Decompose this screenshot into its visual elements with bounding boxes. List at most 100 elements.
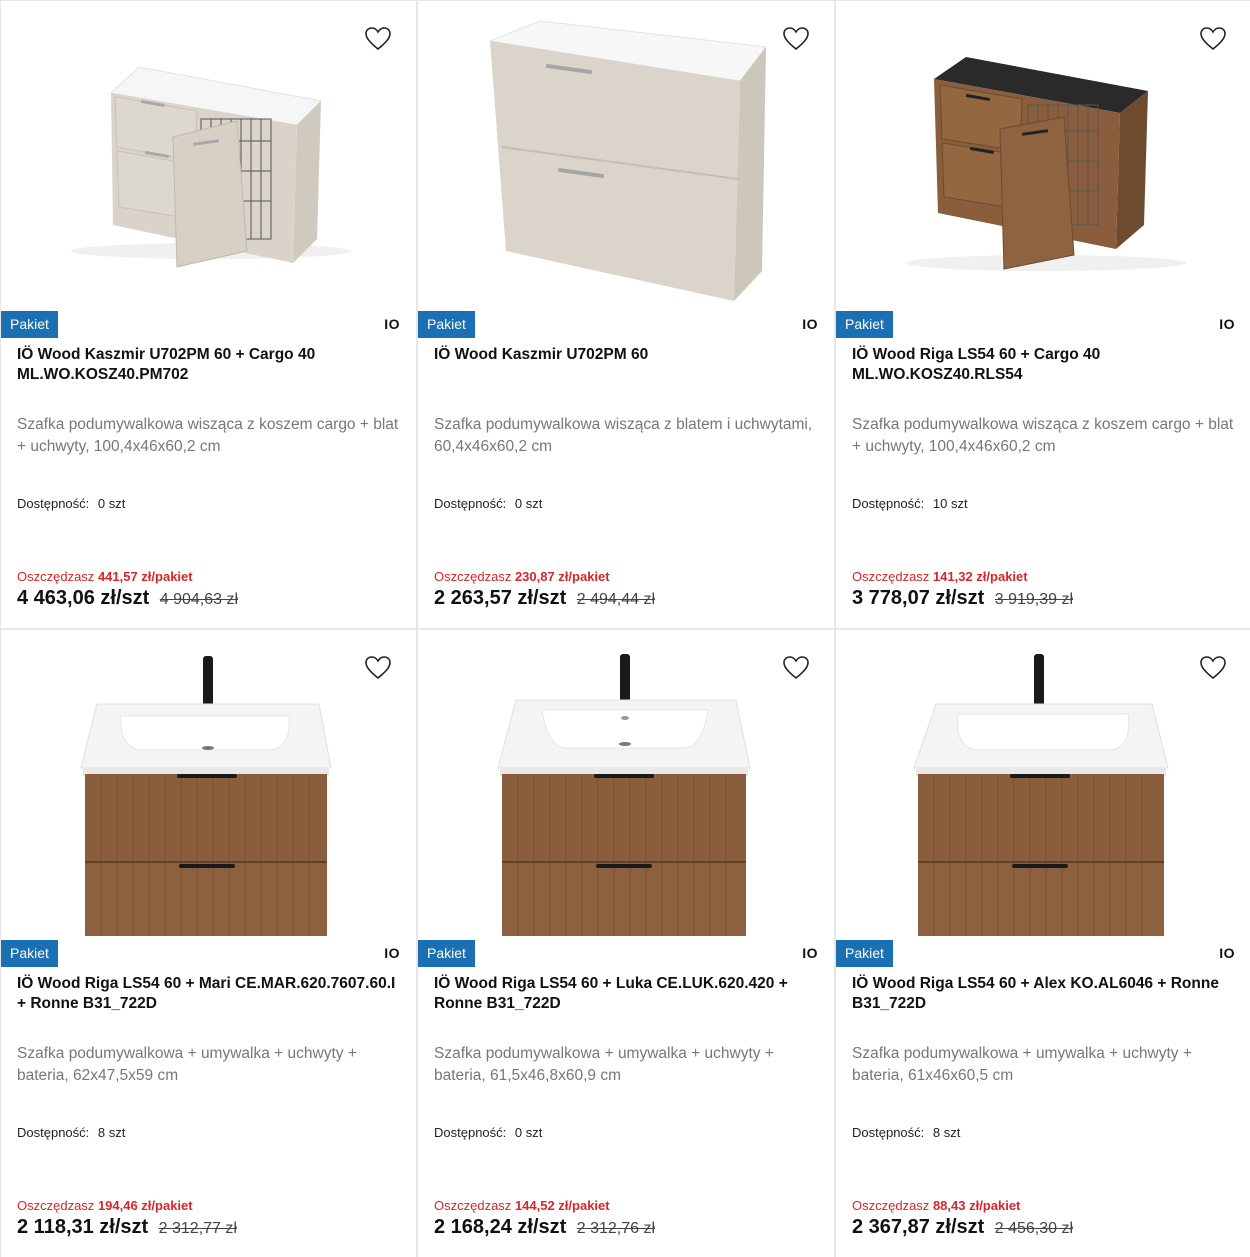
savings-text: Oszczędzasz 88,43 zł/pakiet xyxy=(852,1198,1020,1213)
availability-label: Dostępność: xyxy=(434,1125,507,1140)
product-title[interactable]: IÖ Wood Riga LS54 60 + Cargo 40 ML.WO.KO… xyxy=(852,345,1237,385)
savings-label: Oszczędzasz xyxy=(434,569,512,584)
old-price: 2 456,30 zł xyxy=(994,1220,1074,1237)
package-badge: Pakiet xyxy=(1,940,58,967)
product-description: Szafka podumywalkowa + umywalka + uchwyt… xyxy=(434,1045,774,1084)
availability-label: Dostępność: xyxy=(17,1125,90,1140)
package-badge: Pakiet xyxy=(836,311,893,338)
old-price: 3 919,39 zł xyxy=(994,591,1074,608)
availability-value: 0 szt xyxy=(514,496,543,511)
favorite-heart-icon[interactable] xyxy=(364,25,392,53)
product-title[interactable]: IÖ Wood Kaszmir U702PM 60 + Cargo 40 ML.… xyxy=(17,345,402,385)
brand-logo: IO xyxy=(802,316,818,332)
brand-logo: IO xyxy=(384,945,400,961)
package-badge: Pakiet xyxy=(418,311,475,338)
product-title[interactable]: IÖ Wood Kaszmir U702PM 60 xyxy=(434,345,820,365)
availability-value: 8 szt xyxy=(932,1125,961,1140)
availability: Dostępność: 10 szt xyxy=(852,496,968,511)
savings-value: 141,32 zł/pakiet xyxy=(932,569,1028,584)
savings-text: Oszczędzasz 141,32 zł/pakiet xyxy=(852,569,1028,584)
savings-label: Oszczędzasz xyxy=(852,569,930,584)
product-image[interactable] xyxy=(836,630,1250,938)
availability: Dostępność: 0 szt xyxy=(17,496,125,511)
product-title[interactable]: IÖ Wood Riga LS54 60 + Mari CE.MAR.620.7… xyxy=(17,974,402,1014)
old-price: 2 312,76 zł xyxy=(576,1220,656,1237)
package-badge: Pakiet xyxy=(1,311,58,338)
favorite-heart-icon[interactable] xyxy=(782,654,810,682)
price-row: 2 118,31 zł/szt 2 312,77 zł xyxy=(17,1216,237,1239)
package-badge: Pakiet xyxy=(836,940,893,967)
savings-text: Oszczędzasz 144,52 zł/pakiet xyxy=(434,1198,610,1213)
vanity-basin-image xyxy=(913,654,1169,936)
current-price: 3 778,07 zł/szt xyxy=(852,587,985,609)
product-image[interactable] xyxy=(418,630,834,938)
cargo-cabinet-image xyxy=(71,66,351,268)
current-price: 2 118,31 zł/szt xyxy=(17,1216,149,1238)
product-description: Szafka podumywalkowa + umywalka + uchwyt… xyxy=(17,1045,357,1084)
favorite-heart-icon[interactable] xyxy=(782,25,810,53)
availability-value: 0 szt xyxy=(514,1125,543,1140)
product-title[interactable]: IÖ Wood Riga LS54 60 + Alex KO.AL6046 + … xyxy=(852,974,1237,1014)
product-card[interactable]: Pakiet IO IÖ Wood Kaszmir U702PM 60 + Ca… xyxy=(1,1,416,628)
package-badge: Pakiet xyxy=(418,940,475,967)
price-row: 2 263,57 zł/szt 2 494,44 zł xyxy=(434,587,655,610)
savings-value: 194,46 zł/pakiet xyxy=(97,1198,193,1213)
availability-label: Dostępność: xyxy=(852,496,925,511)
price-row: 3 778,07 zł/szt 3 919,39 zł xyxy=(852,587,1073,610)
cargo-cabinet-walnut-image xyxy=(906,57,1186,271)
product-image[interactable] xyxy=(1,1,416,309)
product-description: Szafka podumywalkowa wisząca z blatem i … xyxy=(434,416,813,455)
brand-logo: IO xyxy=(802,945,818,961)
product-description: Szafka podumywalkowa + umywalka + uchwyt… xyxy=(852,1045,1192,1084)
product-card[interactable]: Pakiet IO IÖ Wood Riga LS54 60 + Cargo 4… xyxy=(836,1,1250,628)
savings-value: 230,87 zł/pakiet xyxy=(514,569,610,584)
savings-value: 88,43 zł/pakiet xyxy=(932,1198,1021,1213)
product-grid: Pakiet IO IÖ Wood Kaszmir U702PM 60 + Ca… xyxy=(0,0,1250,1257)
savings-text: Oszczędzasz 194,46 zł/pakiet xyxy=(17,1198,193,1213)
drawer-cabinet-image xyxy=(488,20,767,301)
product-image[interactable] xyxy=(836,1,1250,309)
product-image[interactable] xyxy=(1,630,416,938)
brand-logo: IO xyxy=(384,316,400,332)
price-row: 2 367,87 zł/szt 2 456,30 zł xyxy=(852,1216,1073,1239)
savings-text: Oszczędzasz 441,57 zł/pakiet xyxy=(17,569,193,584)
favorite-heart-icon[interactable] xyxy=(364,654,392,682)
old-price: 4 904,63 zł xyxy=(159,591,239,608)
old-price: 2 494,44 zł xyxy=(576,591,656,608)
product-card[interactable]: Pakiet IO IÖ Wood Kaszmir U702PM 60 Szaf… xyxy=(418,1,834,628)
savings-label: Oszczędzasz xyxy=(852,1198,930,1213)
availability-label: Dostępność: xyxy=(434,496,507,511)
product-description: Szafka podumywalkowa wisząca z koszem ca… xyxy=(17,416,399,455)
favorite-heart-icon[interactable] xyxy=(1199,25,1227,53)
savings-value: 441,57 zł/pakiet xyxy=(97,569,193,584)
brand-logo: IO xyxy=(1219,945,1235,961)
product-description: Szafka podumywalkowa wisząca z koszem ca… xyxy=(852,416,1234,455)
brand-logo: IO xyxy=(1219,316,1235,332)
product-card[interactable]: Pakiet IO IÖ Wood Riga LS54 60 + Mari CE… xyxy=(1,630,416,1257)
availability-value: 10 szt xyxy=(932,496,968,511)
availability: Dostępność: 0 szt xyxy=(434,496,542,511)
savings-value: 144,52 zł/pakiet xyxy=(514,1198,610,1213)
vanity-basin-image xyxy=(80,656,332,936)
availability-label: Dostępność: xyxy=(852,1125,925,1140)
product-title[interactable]: IÖ Wood Riga LS54 60 + Luka CE.LUK.620.4… xyxy=(434,974,820,1014)
availability-value: 8 szt xyxy=(97,1125,126,1140)
product-card[interactable]: Pakiet IO IÖ Wood Riga LS54 60 + Luka CE… xyxy=(418,630,834,1257)
availability: Dostępność: 8 szt xyxy=(852,1125,960,1140)
savings-label: Oszczędzasz xyxy=(434,1198,512,1213)
current-price: 4 463,06 zł/szt xyxy=(17,587,150,609)
availability-label: Dostępność: xyxy=(17,496,90,511)
old-price: 2 312,77 zł xyxy=(158,1220,237,1237)
product-card[interactable]: Pakiet IO IÖ Wood Riga LS54 60 + Alex KO… xyxy=(836,630,1250,1257)
savings-label: Oszczędzasz xyxy=(17,569,95,584)
availability-value: 0 szt xyxy=(97,496,126,511)
availability: Dostępność: 0 szt xyxy=(434,1125,542,1140)
current-price: 2 168,24 zł/szt xyxy=(434,1216,567,1238)
favorite-heart-icon[interactable] xyxy=(1199,654,1227,682)
product-image[interactable] xyxy=(418,1,834,309)
vanity-basin-image xyxy=(497,654,751,936)
savings-label: Oszczędzasz xyxy=(17,1198,95,1213)
current-price: 2 367,87 zł/szt xyxy=(852,1216,985,1238)
price-row: 2 168,24 zł/szt 2 312,76 zł xyxy=(434,1216,655,1239)
current-price: 2 263,57 zł/szt xyxy=(434,587,567,609)
